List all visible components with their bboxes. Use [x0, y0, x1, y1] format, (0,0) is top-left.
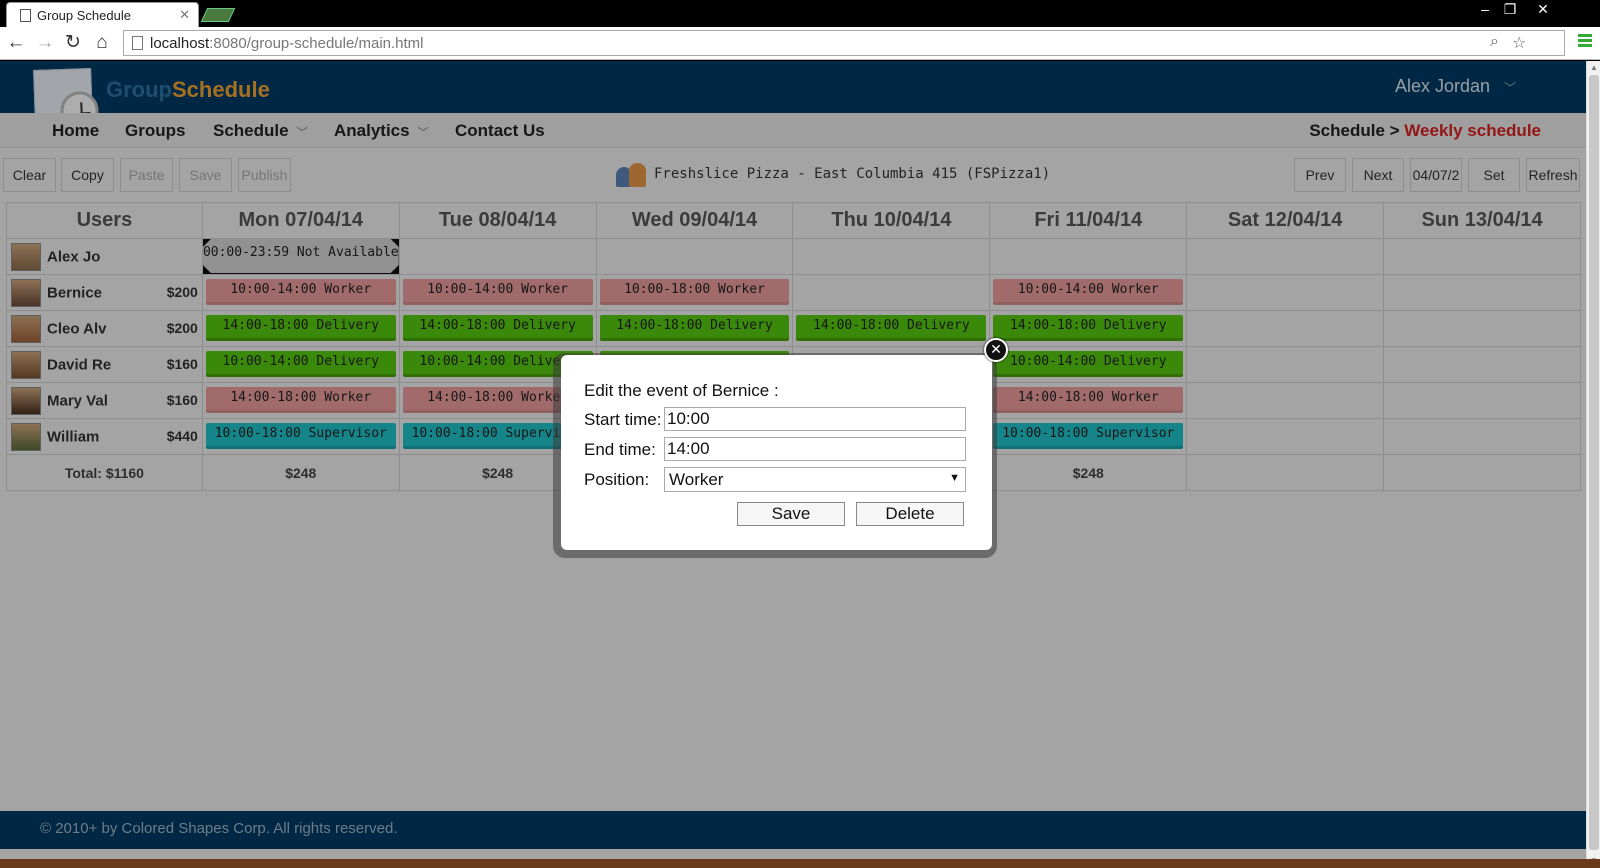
home-icon[interactable]: ⌂ — [91, 32, 113, 54]
start-time-label: Start time: — [584, 410, 662, 429]
browser-titlebar: Group Schedule ✕ – ❐ ✕ — [0, 0, 1600, 27]
browser-toolbar: ← → ↻ ⌂ localhost:8080/group-schedule/ma… — [0, 27, 1600, 60]
end-time-label: End time: — [584, 440, 656, 459]
position-select[interactable]: Worker ▼ — [664, 467, 966, 492]
end-time-input[interactable] — [664, 437, 966, 461]
bookmark-star-icon[interactable]: ☆ — [1512, 33, 1526, 53]
page-icon — [20, 9, 31, 22]
tab-close-icon[interactable]: ✕ — [179, 7, 190, 23]
scroll-up-icon[interactable]: ▲ — [1590, 63, 1598, 72]
end-time-row: End time: — [584, 435, 992, 465]
dropdown-arrow-icon: ▼ — [949, 472, 960, 484]
dialog-save-button[interactable]: Save — [737, 502, 845, 526]
back-icon[interactable]: ← — [5, 32, 27, 54]
page-scrollbar[interactable]: ▲ ▼ — [1586, 61, 1600, 868]
start-time-input[interactable] — [664, 407, 966, 431]
window-close-icon[interactable]: ✕ — [1528, 0, 1558, 18]
restore-icon[interactable]: ❐ — [1495, 0, 1525, 18]
page-icon — [132, 36, 143, 50]
zoom-icon[interactable]: ⌕ — [1490, 33, 1499, 51]
url-host: localhost — [150, 35, 210, 52]
position-label: Position: — [584, 470, 650, 489]
new-tab-button[interactable] — [200, 8, 236, 22]
edit-event-dialog: Edit the event of Bernice : Start time: … — [561, 355, 992, 550]
scroll-thumb[interactable] — [1589, 75, 1599, 850]
dialog-title: Edit the event of Bernice : — [584, 381, 779, 400]
dialog-delete-button[interactable]: Delete — [856, 502, 964, 526]
browser-tab[interactable]: Group Schedule ✕ — [6, 2, 199, 27]
reload-icon[interactable]: ↻ — [62, 32, 84, 54]
address-bar[interactable]: localhost:8080/group-schedule/main.html … — [123, 30, 1565, 56]
url-path: :8080/group-schedule/main.html — [209, 35, 424, 52]
os-taskbar — [0, 859, 1600, 868]
start-time-row: Start time: — [584, 405, 992, 435]
dialog-close-icon[interactable]: ✕ — [984, 338, 1008, 362]
position-value: Worker — [669, 470, 724, 489]
tab-title: Group Schedule — [37, 8, 131, 23]
position-row: Position: Worker ▼ — [584, 465, 992, 495]
browser-menu-icon[interactable] — [1578, 34, 1592, 48]
forward-icon[interactable]: → — [34, 32, 56, 54]
